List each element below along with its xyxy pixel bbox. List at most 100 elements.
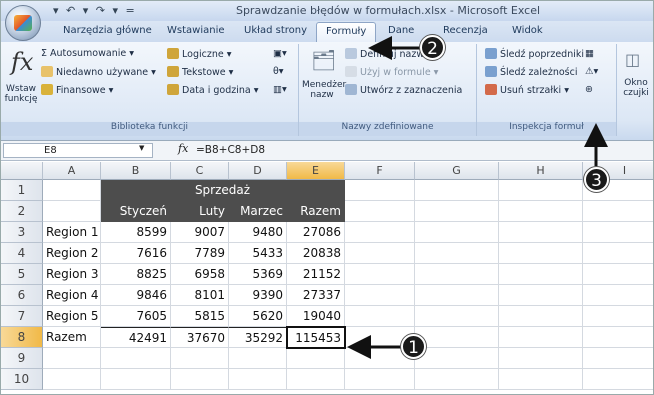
tab-home[interactable]: Narzędzia główne — [63, 25, 152, 36]
cell[interactable] — [583, 285, 653, 306]
cell[interactable] — [415, 327, 499, 348]
value-cell[interactable]: 5369 — [229, 264, 287, 285]
cell[interactable] — [229, 369, 287, 390]
cell[interactable] — [43, 348, 101, 369]
value-cell[interactable]: 5433 — [229, 243, 287, 264]
name-manager-button[interactable]: Menedżer nazw — [302, 80, 346, 100]
cell[interactable] — [345, 369, 415, 390]
cell[interactable] — [583, 264, 653, 285]
row-header-9[interactable]: 9 — [1, 348, 43, 369]
active-cell-e8[interactable] — [286, 326, 346, 349]
value-cell[interactable]: 5620 — [229, 306, 287, 327]
cell[interactable] — [171, 348, 229, 369]
tab-insert[interactable]: Wstawianie — [167, 25, 225, 36]
cell[interactable] — [101, 369, 171, 390]
value-cell[interactable]: 8599 — [101, 222, 171, 243]
value-cell[interactable]: 19040 — [287, 306, 345, 327]
cell[interactable] — [583, 348, 653, 369]
tab-review[interactable]: Recenzja — [443, 25, 488, 36]
value-cell[interactable]: 9007 — [171, 222, 229, 243]
cell[interactable] — [499, 306, 583, 327]
cell[interactable] — [499, 201, 583, 222]
more-functions-button[interactable]: ▥▾ — [273, 84, 287, 95]
column-header-g[interactable]: G — [415, 162, 499, 180]
column-header-f[interactable]: F — [345, 162, 415, 180]
cell[interactable] — [415, 369, 499, 390]
value-cell[interactable]: 7605 — [101, 306, 171, 327]
value-cell[interactable]: 6958 — [171, 264, 229, 285]
cell[interactable] — [583, 201, 653, 222]
office-button[interactable] — [5, 5, 41, 41]
value-cell[interactable]: 8825 — [101, 264, 171, 285]
value-cell[interactable]: 35292 — [229, 327, 287, 348]
show-formulas-button[interactable]: ▦ — [585, 48, 594, 59]
cell[interactable] — [171, 369, 229, 390]
cell[interactable] — [415, 243, 499, 264]
value-cell[interactable]: 9390 — [229, 285, 287, 306]
value-cell[interactable]: 21152 — [287, 264, 345, 285]
row-header-10[interactable]: 10 — [1, 369, 43, 390]
cell[interactable] — [499, 264, 583, 285]
row-header-2[interactable]: 2 — [1, 201, 43, 222]
column-header-e[interactable]: E — [287, 162, 345, 180]
row-header-6[interactable]: 6 — [1, 285, 43, 306]
formula-input[interactable]: =B8+C8+D8 — [196, 144, 265, 156]
text-functions-button[interactable]: Tekstowe ▾ — [167, 66, 233, 78]
cell[interactable] — [43, 369, 101, 390]
value-cell[interactable]: 9846 — [101, 285, 171, 306]
cell[interactable] — [499, 285, 583, 306]
cell[interactable] — [43, 201, 101, 222]
evaluate-formula-icon[interactable]: ⊛ — [585, 84, 593, 95]
row-header-4[interactable]: 4 — [1, 243, 43, 264]
value-cell[interactable]: 20838 — [287, 243, 345, 264]
tab-page-layout[interactable]: Układ strony — [244, 25, 307, 36]
select-all-corner[interactable] — [1, 162, 43, 180]
fx-icon[interactable]: fx — [178, 142, 188, 155]
value-cell[interactable]: 9480 — [229, 222, 287, 243]
tab-formulas[interactable]: Formuły — [316, 22, 377, 42]
value-cell[interactable]: 7616 — [101, 243, 171, 264]
cell[interactable] — [415, 264, 499, 285]
chevron-down-icon[interactable]: ▼ — [139, 144, 144, 152]
cell[interactable] — [499, 243, 583, 264]
cell[interactable] — [583, 243, 653, 264]
row-header-1[interactable]: 1 — [1, 180, 43, 201]
use-in-formula-button[interactable]: Użyj w formule ▾ — [345, 66, 438, 78]
cell[interactable] — [499, 369, 583, 390]
value-cell[interactable]: 7789 — [171, 243, 229, 264]
cell[interactable] — [499, 348, 583, 369]
row-label-7[interactable]: Region 5 — [43, 306, 101, 327]
cell[interactable] — [101, 348, 171, 369]
cell[interactable] — [415, 306, 499, 327]
row-header-5[interactable]: 5 — [1, 264, 43, 285]
cell[interactable] — [43, 180, 101, 201]
math-button[interactable]: θ▾ — [273, 66, 284, 77]
row-label-5[interactable]: Region 3 — [43, 264, 101, 285]
cell[interactable] — [499, 327, 583, 348]
watch-window-button[interactable]: Okno czujki — [621, 78, 651, 98]
row-label-4[interactable]: Region 2 — [43, 243, 101, 264]
column-header-a[interactable]: A — [43, 162, 101, 180]
autosum-button[interactable]: Σ Autosumowanie ▾ — [41, 48, 134, 59]
create-from-selection-button[interactable]: Utwórz z zaznaczenia — [345, 84, 462, 96]
cell[interactable] — [415, 201, 499, 222]
cell[interactable] — [345, 201, 415, 222]
cell[interactable] — [583, 369, 653, 390]
tab-view[interactable]: Widok — [512, 25, 543, 36]
cell[interactable] — [345, 285, 415, 306]
cell[interactable] — [345, 264, 415, 285]
error-checking-button[interactable]: ⚠▾ — [585, 66, 598, 77]
cell[interactable] — [583, 306, 653, 327]
value-cell[interactable]: 27337 — [287, 285, 345, 306]
lookup-button[interactable]: ▣▾ — [273, 48, 287, 59]
cell[interactable] — [415, 348, 499, 369]
value-cell[interactable]: 42491 — [101, 327, 171, 348]
cell[interactable] — [345, 243, 415, 264]
row-label-8[interactable]: Razem — [43, 327, 101, 348]
recent-functions-button[interactable]: Niedawno używane ▾ — [41, 66, 156, 78]
row-label-3[interactable]: Region 1 — [43, 222, 101, 243]
cell[interactable] — [415, 180, 499, 201]
cell[interactable] — [415, 285, 499, 306]
cell[interactable] — [583, 327, 653, 348]
value-cell[interactable]: 5815 — [171, 306, 229, 327]
